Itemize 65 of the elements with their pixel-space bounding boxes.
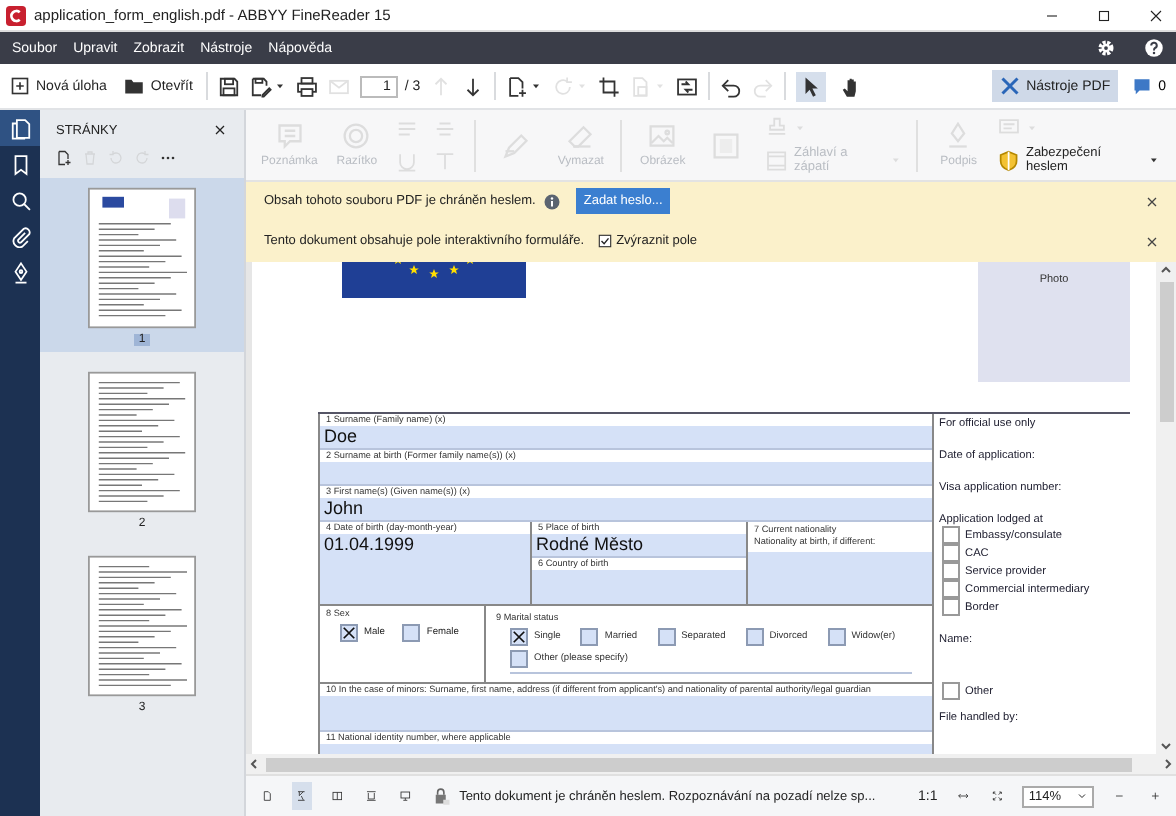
chevron-right-icon[interactable]	[1160, 756, 1176, 772]
close-icon[interactable]	[1148, 7, 1164, 23]
checkbox[interactable]	[510, 650, 528, 668]
printer-icon[interactable]	[296, 75, 319, 97]
checkbox[interactable]	[941, 682, 960, 700]
chevron-up-icon[interactable]	[1158, 262, 1174, 278]
add-icon	[10, 76, 30, 96]
pages-icon	[9, 117, 31, 139]
tools-icon	[1000, 76, 1021, 96]
caret-icon[interactable]	[530, 80, 543, 92]
info-icon	[543, 193, 560, 209]
crop-icon[interactable]	[598, 75, 621, 97]
pointer-icon[interactable]	[796, 71, 827, 101]
vertical-scrollbar[interactable]	[1156, 262, 1176, 754]
text-field[interactable]	[532, 570, 746, 604]
checkbox[interactable]	[941, 526, 960, 544]
checkbox[interactable]	[941, 544, 960, 562]
pen-nib-icon	[9, 261, 31, 283]
checkbox[interactable]	[941, 562, 960, 580]
checkbox[interactable]	[402, 624, 421, 642]
maximize-icon[interactable]	[1096, 7, 1112, 23]
save-icon[interactable]	[218, 75, 241, 97]
arrow-down-icon[interactable]	[462, 75, 485, 97]
lock-icon	[431, 786, 452, 806]
paperclip-icon	[9, 225, 31, 247]
caret-icon[interactable]	[1148, 154, 1160, 166]
checkbox[interactable]	[340, 624, 358, 642]
fit-page-icon[interactable]	[292, 782, 312, 810]
settings-icon[interactable]	[1096, 38, 1116, 58]
bookmark-icon	[9, 153, 31, 175]
text-field[interactable]: John	[320, 498, 932, 522]
add-page-icon[interactable]	[56, 150, 72, 166]
help-icon[interactable]	[1144, 38, 1164, 58]
undo-icon[interactable]	[720, 75, 743, 97]
checkbox[interactable]	[827, 628, 846, 646]
text-field[interactable]	[748, 552, 932, 604]
chevron-left-icon[interactable]	[246, 756, 262, 772]
checkbox[interactable]	[941, 598, 960, 616]
compare-icon[interactable]	[676, 75, 699, 97]
chevron-down-icon	[1076, 790, 1089, 802]
text-field[interactable]	[320, 462, 932, 486]
app-logo-icon	[6, 5, 26, 25]
checkbox[interactable]	[580, 628, 599, 646]
text-field[interactable]: Doe	[320, 426, 932, 450]
shield-icon[interactable]	[998, 149, 1020, 171]
text-field[interactable]	[320, 696, 932, 732]
horizontal-scrollbar[interactable]	[246, 754, 1176, 774]
checkbox[interactable]	[745, 628, 764, 646]
text-field[interactable]: 01.04.1999	[320, 534, 530, 604]
checkbox[interactable]	[510, 628, 528, 646]
sidebar-tab[interactable]	[0, 110, 40, 146]
chevron-down-icon[interactable]	[1158, 738, 1174, 754]
folder-icon	[124, 76, 145, 96]
text-field[interactable]: Rodné Město	[532, 534, 746, 558]
close-icon[interactable]	[1144, 193, 1160, 209]
close-icon[interactable]	[212, 122, 228, 138]
checkbox[interactable]	[941, 580, 960, 598]
close-icon[interactable]	[1144, 233, 1160, 249]
checkbox[interactable]	[598, 234, 613, 248]
save-as-icon[interactable]	[250, 75, 273, 97]
add-page-icon[interactable]	[506, 75, 529, 97]
checkbox[interactable]	[657, 628, 676, 646]
search-icon	[9, 189, 31, 211]
comment-icon	[1132, 76, 1153, 96]
caret-icon[interactable]	[274, 80, 287, 92]
